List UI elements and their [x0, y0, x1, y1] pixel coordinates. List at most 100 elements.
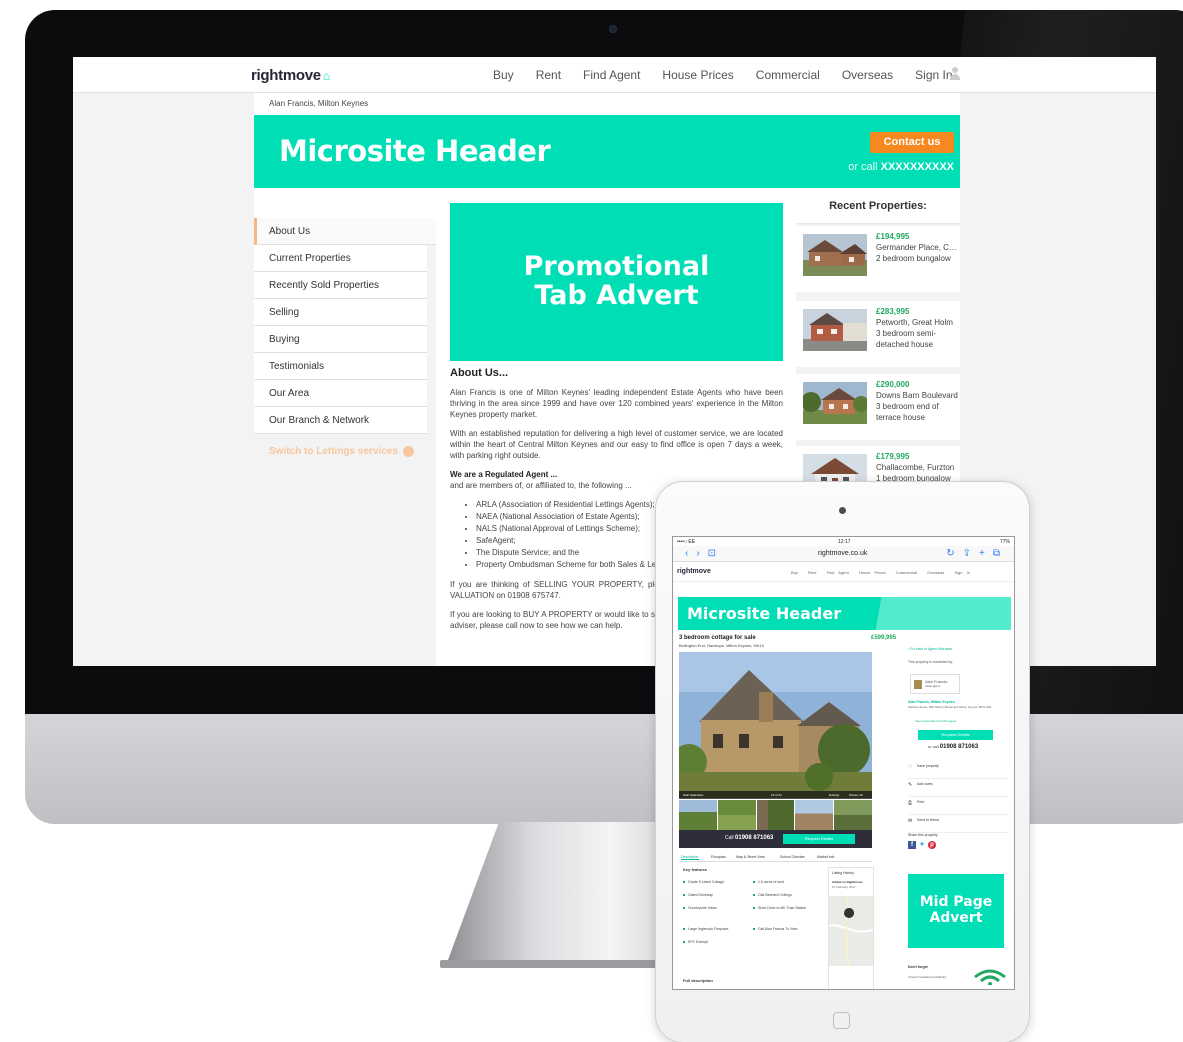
nav-overseas[interactable]: Overseas — [927, 570, 944, 575]
photo-thumbnails — [679, 800, 872, 830]
browser-nav-icons[interactable]: ‹›⊡ — [685, 548, 724, 559]
promotional-tab-advert[interactable]: Promotional Tab Advert — [450, 203, 783, 361]
property-main-photo[interactable] — [679, 652, 872, 798]
property-address: Bullington End, Hanslope, Milton Keynes,… — [679, 643, 764, 648]
rightmove-logo[interactable]: rightmove — [677, 568, 711, 575]
feature-item: Countryside Views — [683, 906, 717, 910]
facebook-icon[interactable]: f — [908, 841, 916, 849]
menu-buying[interactable]: Buying — [254, 326, 427, 353]
send-to-friend-button[interactable]: ✉ Send to friend — [908, 816, 1008, 833]
menu-current-properties[interactable]: Current Properties — [254, 245, 427, 272]
nav-house-prices[interactable]: House Prices — [859, 570, 886, 575]
menu-branch-network[interactable]: Our Branch & Network — [254, 407, 427, 434]
call-bar: Call 01908 871063 Request Details — [679, 830, 872, 848]
about-paragraph-2: With an established reputation for deliv… — [450, 429, 783, 460]
feature-item: Gated Driveway — [683, 893, 713, 897]
photo-thumbnail[interactable] — [756, 800, 795, 830]
property-address: Downs Barn Boulevard — [876, 391, 958, 400]
browser-action-icons[interactable]: ↻⇪+⧉ — [946, 548, 1008, 559]
nav-sign-in[interactable]: Sign In — [915, 68, 952, 82]
request-details-button[interactable]: Request Details — [783, 834, 855, 844]
print-button[interactable]: ⎙ Print — [908, 798, 1008, 815]
marketed-by-label: This property is marketed by: — [908, 660, 954, 664]
nav-house-prices[interactable]: House Prices — [662, 68, 733, 82]
save-property-button[interactable]: ♡ Save property — [908, 762, 1008, 779]
url-field[interactable]: rightmove.co.uk — [818, 550, 867, 557]
full-description-title: Full description — [683, 978, 713, 983]
envelope-icon: ✉ — [908, 818, 913, 824]
agent-logo[interactable]: Alan Francis estate agents — [910, 674, 960, 694]
about-paragraph-1: Alan Francis is one of Milton Keynes' le… — [450, 388, 783, 419]
camera-icon — [839, 507, 846, 514]
header-phone: or call XXXXXXXXXX — [848, 161, 954, 173]
heart-icon: ♡ — [908, 764, 913, 770]
nav-find-agent[interactable]: Find Agent — [583, 68, 640, 82]
pinterest-icon[interactable]: p — [928, 841, 936, 849]
call-phone[interactable]: Call 01908 871063 — [725, 835, 773, 841]
recent-property-item[interactable]: £283,995 Petworth, Great Holm 3 bedroom … — [796, 301, 960, 367]
tab-school-checker[interactable]: School Checker — [780, 855, 805, 859]
nav-rent[interactable]: Rent — [808, 570, 816, 575]
property-thumbnail[interactable] — [803, 309, 867, 351]
nav-overseas[interactable]: Overseas — [842, 68, 893, 82]
user-icon[interactable] — [950, 67, 960, 81]
menu-our-area[interactable]: Our Area — [254, 380, 427, 407]
microsite-header-title: Microsite Header — [279, 134, 551, 168]
nav-rent[interactable]: Rent — [536, 68, 561, 82]
property-thumbnail[interactable] — [803, 234, 867, 276]
property-description: 3 bedroom end of terrace house — [876, 402, 939, 422]
nav-buy[interactable]: Buy — [493, 68, 514, 82]
picture-label: Picture 19 — [849, 793, 863, 797]
start-slideshow-button[interactable]: Start slideshow — [683, 793, 703, 797]
tablet-screen: ••••○ EE 12:17 77% ‹›⊡ rightmove.co.uk ↻… — [672, 536, 1015, 990]
feature-item: Large Inglenook Fireplace — [683, 927, 728, 931]
broadband-link[interactable]: Check broadband availability — [908, 975, 946, 979]
property-address: Petworth, Great Holm — [876, 318, 953, 327]
recent-property-item[interactable]: £290,000 Downs Barn Boulevard 3 bedroom … — [796, 374, 960, 440]
enlarge-button[interactable]: Enlarge — [829, 793, 839, 797]
mid-page-advert[interactable]: Mid Page Advert — [908, 874, 1004, 948]
dont-forget-title: Don't forget — [908, 965, 928, 969]
tab-market-info[interactable]: Market Info — [817, 855, 835, 859]
nav-sign-in[interactable]: Sign In — [955, 570, 970, 575]
rightmove-logo[interactable]: rightmove ⌂ — [251, 67, 330, 84]
request-details-button[interactable]: Request Details — [918, 730, 993, 740]
key-features-title: Key features — [683, 867, 708, 872]
status-bar: ••••○ EE 12:17 77% — [677, 539, 1010, 545]
agent-address: Marlow House, 358 Silbury Boulevard Milt… — [908, 705, 992, 709]
printer-icon: ⎙ — [908, 800, 913, 806]
tab-floorplan[interactable]: Floorplan — [711, 855, 726, 859]
top-navigation: rightmove ⌂ Buy Rent Find Agent House Pri… — [73, 57, 1156, 93]
menu-testimonials[interactable]: Testimonials — [254, 353, 427, 380]
add-notes-button[interactable]: ✎ Add notes — [908, 780, 1008, 797]
nav-buy[interactable]: Buy — [791, 570, 798, 575]
nav-find-agent[interactable]: Find Agent — [827, 570, 849, 575]
agent-name[interactable]: Alan Francis, Milton Keynes — [908, 700, 955, 704]
menu-selling[interactable]: Selling — [254, 299, 427, 326]
photo-thumbnail[interactable] — [679, 800, 717, 830]
switch-lettings-link[interactable]: Switch to Lettings services — [254, 446, 436, 457]
location-map[interactable] — [828, 895, 874, 967]
tab-map-street-view[interactable]: Map & Street View — [736, 855, 765, 859]
contact-us-button[interactable]: Contact us — [870, 132, 954, 153]
listing-history: Listing History Added on Rightmove: 07 F… — [828, 867, 874, 989]
menu-about-us[interactable]: About Us — [254, 218, 436, 245]
nav-commercial[interactable]: Commercial — [756, 68, 820, 82]
photo-thumbnail[interactable] — [834, 800, 872, 830]
back-to-microsite-link[interactable]: ‹ Go back to Agent Microsite — [908, 647, 952, 651]
property-thumbnail[interactable] — [803, 382, 867, 424]
tab-description[interactable]: Description — [681, 855, 699, 860]
feature-item: EPC Exempt — [683, 940, 708, 944]
tablet-nav-links: Buy Rent Find Agent House Prices Commerc… — [791, 570, 976, 575]
photo-thumbnail[interactable] — [795, 800, 834, 830]
property-price: £179,995 — [876, 452, 910, 461]
recent-property-item[interactable]: £194,995 Germander Place, Conniburrow 2 … — [796, 226, 960, 292]
nav-commercial[interactable]: Commercial — [896, 570, 917, 575]
share-title: Share this property — [908, 833, 938, 837]
twitter-icon[interactable]: ✦ — [918, 841, 926, 849]
home-button[interactable] — [833, 1012, 850, 1029]
feature-item: Oak Beamed Ceilings — [753, 893, 792, 897]
photo-thumbnail[interactable] — [717, 800, 756, 830]
menu-recently-sold[interactable]: Recently Sold Properties — [254, 272, 427, 299]
view-agent-properties-link[interactable]: View properties from this agent — [915, 719, 956, 723]
